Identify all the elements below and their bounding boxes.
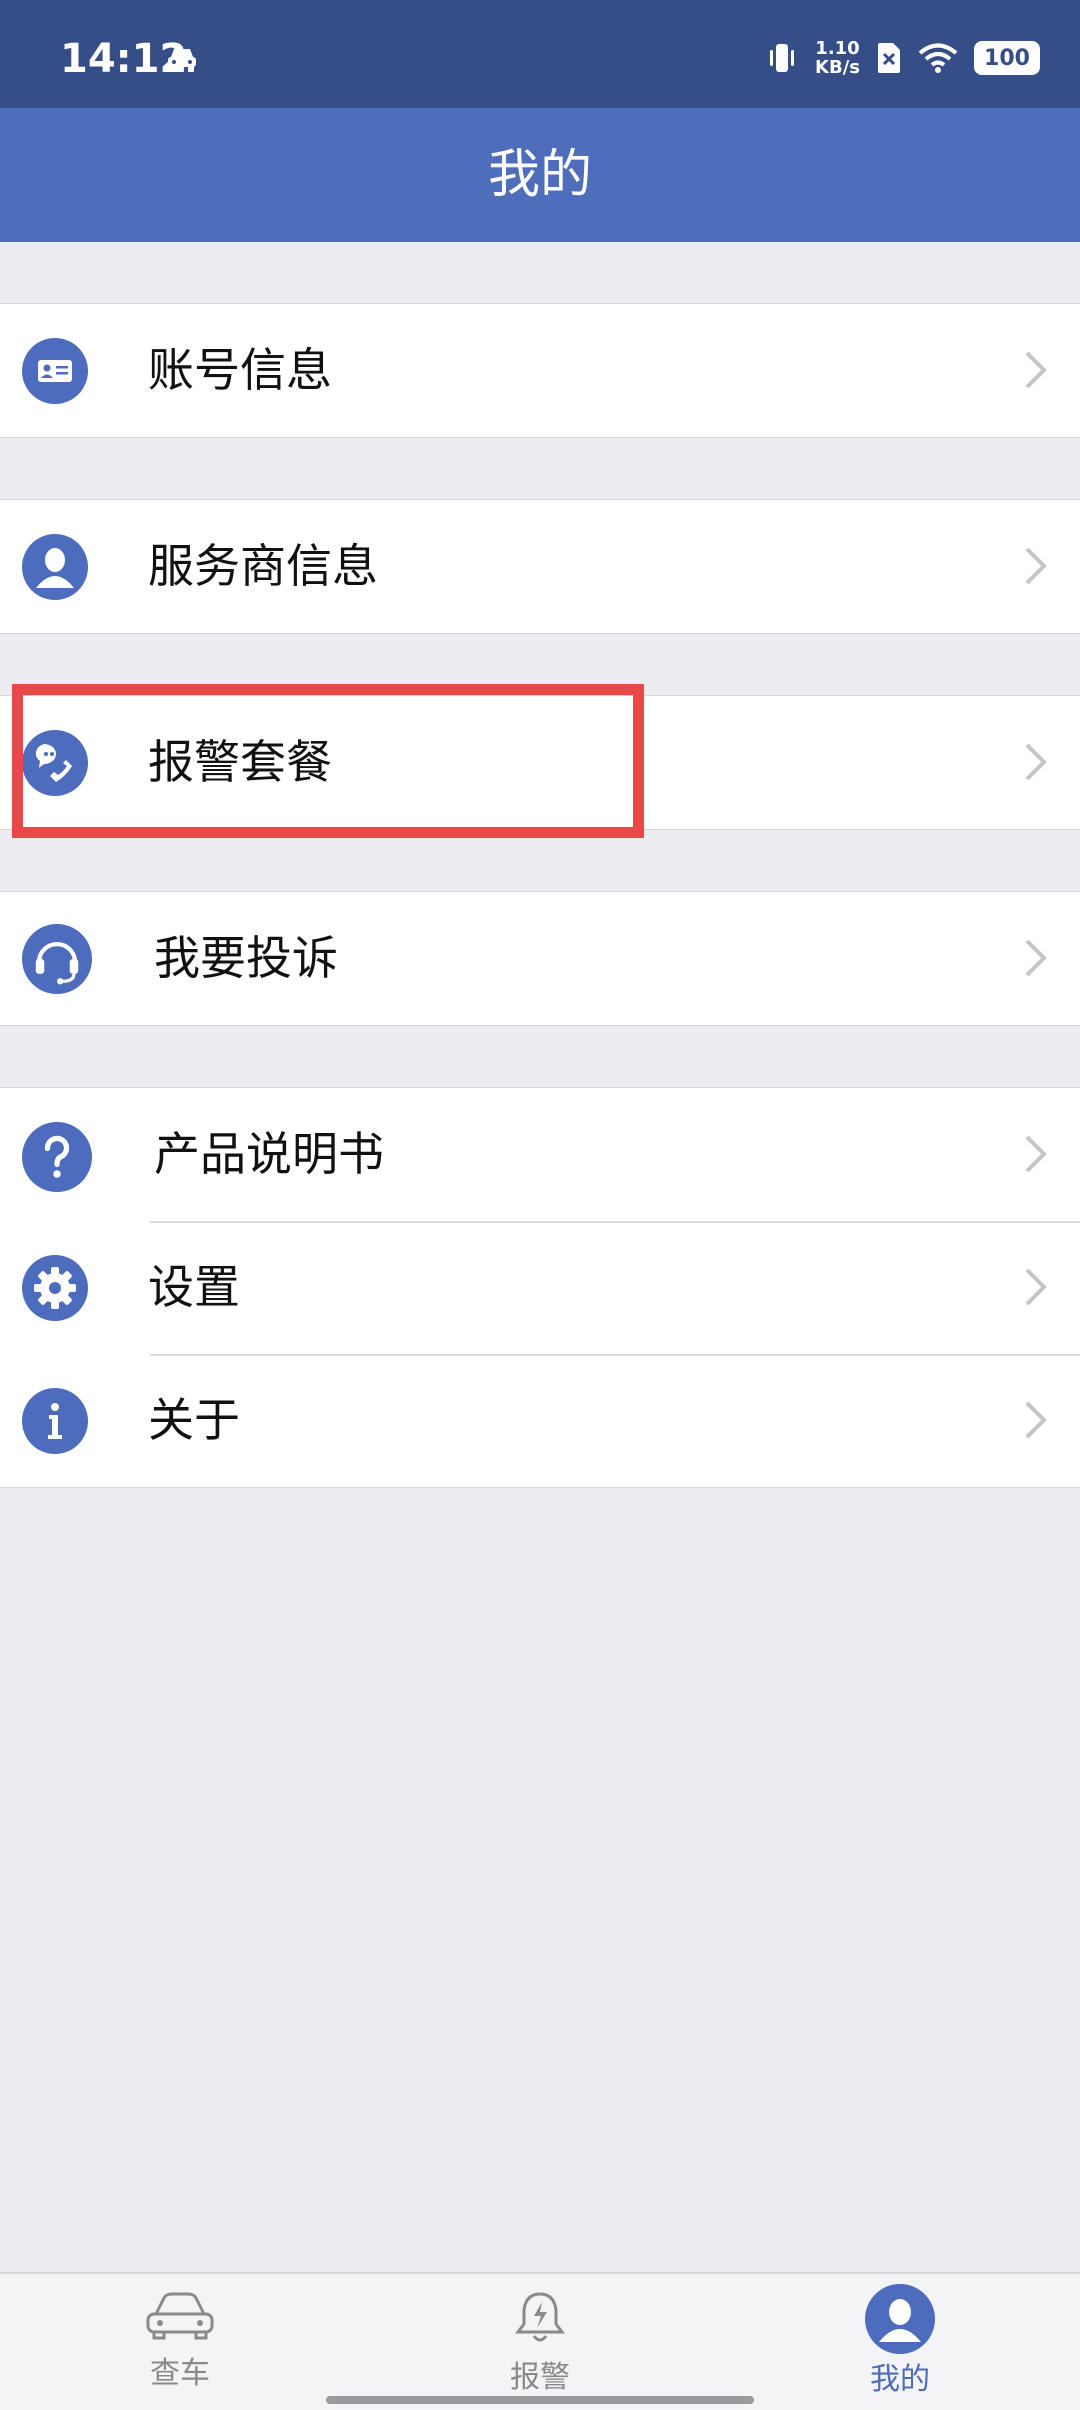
- menu-item-account-label: 账号信息: [148, 343, 332, 397]
- menu-item-provider-label: 服务商信息: [148, 539, 378, 593]
- tab-alarm[interactable]: 报警: [460, 2288, 620, 2398]
- tab-mine-label: 我的: [870, 2362, 930, 2397]
- tab-car[interactable]: 查车: [100, 2288, 260, 2398]
- chevron-right-icon: [1025, 547, 1047, 585]
- menu-item-about[interactable]: 关于: [0, 1354, 1080, 1487]
- menu-item-settings-label: 设置: [148, 1260, 240, 1314]
- gear-icon: [22, 1255, 88, 1321]
- car-status-icon: [168, 49, 196, 72]
- chevron-right-icon: [1025, 939, 1047, 977]
- page-title: 我的: [0, 108, 1080, 242]
- menu-item-account[interactable]: 账号信息: [0, 304, 1080, 437]
- alarm-bell-icon: [515, 2292, 565, 2342]
- vibrate-icon: [770, 44, 795, 72]
- status-right: 1.10 KB/s 100: [765, 38, 1040, 78]
- highlight-box: [12, 684, 644, 838]
- menu-group-misc: 产品说明书 设置 关于: [0, 1087, 1080, 1488]
- menu-item-settings[interactable]: 设置: [0, 1221, 1080, 1354]
- network-speed-unit: KB/s: [815, 57, 860, 78]
- menu-item-manual-label: 产品说明书: [154, 1127, 384, 1181]
- menu-item-provider[interactable]: 服务商信息: [0, 500, 1080, 633]
- id-card-icon: [22, 338, 88, 404]
- tab-alarm-label: 报警: [510, 2360, 570, 2395]
- menu-group-account: 账号信息: [0, 303, 1080, 438]
- no-sim-icon: [878, 43, 900, 73]
- chevron-right-icon: [1025, 1268, 1047, 1306]
- menu-group-complaint: 我要投诉: [0, 891, 1080, 1026]
- menu-item-manual[interactable]: 产品说明书: [0, 1088, 1080, 1221]
- menu-item-about-label: 关于: [148, 1393, 240, 1447]
- home-indicator[interactable]: [326, 2396, 754, 2404]
- user-avatar-icon: [865, 2284, 935, 2354]
- tab-car-label: 查车: [150, 2356, 210, 2391]
- bottom-tab-bar: 查车 报警 我的: [0, 2272, 1080, 2410]
- battery-indicator: 100: [974, 41, 1040, 75]
- help-icon: [22, 1122, 92, 1192]
- user-icon: [22, 534, 88, 600]
- info-icon: [22, 1388, 88, 1454]
- tab-mine[interactable]: 我的: [820, 2284, 980, 2398]
- menu-group-provider: 服务商信息: [0, 499, 1080, 634]
- chevron-right-icon: [1025, 1135, 1047, 1173]
- status-bar: 14:12 1.10 KB/s 100: [0, 0, 1080, 108]
- headset-icon: [22, 924, 92, 994]
- menu-item-complaint-label: 我要投诉: [154, 931, 338, 985]
- chevron-right-icon: [1025, 351, 1047, 389]
- chevron-right-icon: [1025, 1401, 1047, 1439]
- car-icon: [146, 2292, 214, 2340]
- menu-item-complaint[interactable]: 我要投诉: [0, 892, 1080, 1025]
- network-speed-value: 1.10: [815, 38, 860, 59]
- wifi-icon: [918, 43, 958, 73]
- network-speed: 1.10 KB/s: [815, 39, 860, 77]
- chevron-right-icon: [1025, 743, 1047, 781]
